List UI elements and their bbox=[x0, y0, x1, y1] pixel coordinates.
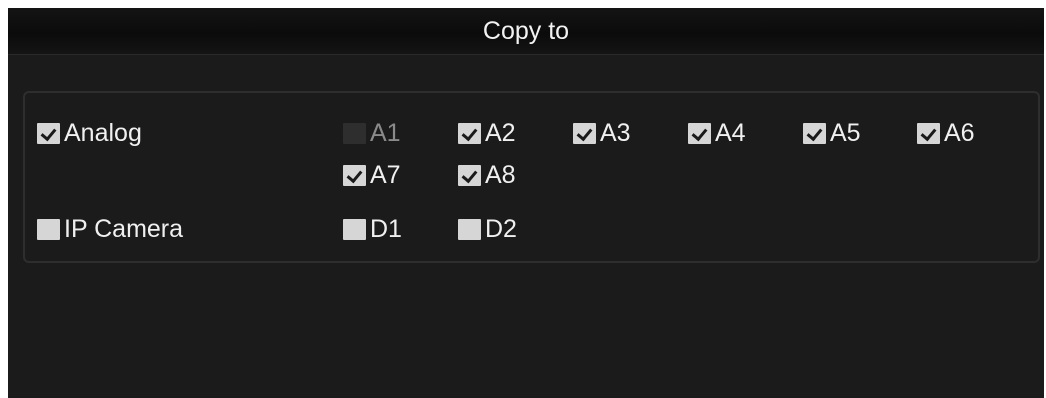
checkbox-channel-a7[interactable]: A7 bbox=[343, 161, 401, 190]
checkbox-label: IP Camera bbox=[64, 215, 184, 243]
checkbox-label: A1 bbox=[370, 119, 401, 147]
channel-selection-panel: Analog A1 A2 A3 A4 A5 A6 A7 A8 IP Camera… bbox=[23, 91, 1040, 263]
dialog-title: Copy to bbox=[482, 16, 570, 45]
checkbox-label: A5 bbox=[830, 119, 861, 147]
checkbox-channel-a5[interactable]: A5 bbox=[803, 119, 861, 148]
checkbox-label: A4 bbox=[715, 119, 746, 147]
checkbox-channel-a4[interactable]: A4 bbox=[688, 119, 746, 148]
checkbox-icon bbox=[37, 219, 60, 240]
checkbox-channel-d2[interactable]: D2 bbox=[458, 215, 517, 244]
checkbox-icon bbox=[573, 123, 596, 144]
checkbox-icon bbox=[343, 165, 366, 186]
checkbox-channel-a8[interactable]: A8 bbox=[458, 161, 516, 190]
checkbox-label: A7 bbox=[370, 161, 401, 189]
checkbox-icon bbox=[917, 123, 940, 144]
checkbox-icon bbox=[37, 123, 60, 144]
checkbox-label: D2 bbox=[485, 215, 517, 243]
checkbox-label: D1 bbox=[370, 215, 402, 243]
checkbox-label: A3 bbox=[600, 119, 631, 147]
checkbox-icon bbox=[458, 219, 481, 240]
checkbox-channel-a6[interactable]: A6 bbox=[917, 119, 975, 148]
copy-to-dialog: Copy to Analog A1 A2 A3 A4 A5 A6 A7 A8 I… bbox=[8, 8, 1044, 398]
checkbox-label: Analog bbox=[64, 119, 142, 147]
checkbox-channel-d1[interactable]: D1 bbox=[343, 215, 402, 244]
checkbox-icon bbox=[803, 123, 826, 144]
checkbox-label: A2 bbox=[485, 119, 516, 147]
checkbox-channel-a2[interactable]: A2 bbox=[458, 119, 516, 148]
checkbox-icon bbox=[458, 123, 481, 144]
checkbox-icon bbox=[688, 123, 711, 144]
checkbox-channel-a3[interactable]: A3 bbox=[573, 119, 631, 148]
checkbox-ip-camera[interactable]: IP Camera bbox=[37, 215, 183, 244]
checkbox-icon bbox=[458, 165, 481, 186]
checkbox-label: A8 bbox=[485, 161, 516, 189]
checkbox-label: A6 bbox=[944, 119, 975, 147]
checkbox-channel-a1: A1 bbox=[343, 119, 401, 148]
checkbox-icon bbox=[343, 219, 366, 240]
dialog-titlebar: Copy to bbox=[8, 8, 1044, 55]
checkbox-icon bbox=[343, 123, 366, 144]
checkbox-analog[interactable]: Analog bbox=[37, 119, 142, 148]
